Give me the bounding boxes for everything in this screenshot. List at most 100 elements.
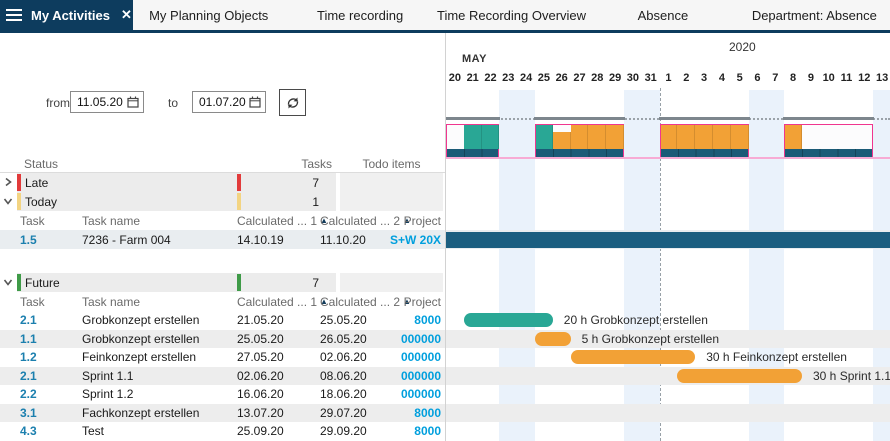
day-tick: 2 [677, 70, 695, 86]
task-row[interactable]: 1.57236 - Farm 00414.10.1911.10.20S+W 20… [0, 230, 445, 249]
chevron-down-icon[interactable] [3, 274, 13, 292]
day-tick: 11 [838, 70, 856, 86]
day-tick: 26 [553, 70, 571, 86]
utilization-bar [571, 125, 589, 149]
inactive-tabs: My Planning ObjectsTime recordingTime Re… [133, 0, 890, 30]
hamburger-menu-icon[interactable] [6, 9, 22, 21]
task-row[interactable]: 2.1Grobkonzept erstellen21.05.2025.05.20… [0, 311, 445, 330]
utilization-bar [536, 125, 553, 149]
group-row-today[interactable]: Today1 [0, 192, 445, 211]
task-number: 2.2 [20, 385, 37, 404]
refresh-icon [285, 95, 301, 111]
calculated-date-2: 25.05.20 [320, 311, 367, 330]
group-task-count: 1 [237, 192, 319, 211]
tab-absence[interactable]: Absence [587, 0, 738, 30]
gantt-row [446, 404, 890, 423]
task-number: 1.1 [20, 330, 37, 349]
tab-department-absence[interactable]: Department: Absence [739, 0, 890, 30]
calculated-date-2: 02.06.20 [320, 348, 367, 367]
active-tab-label: My Activities [31, 8, 110, 23]
task-row[interactable]: 2.1Sprint 1.102.06.2008.06.20000000 [0, 367, 445, 386]
histogram-group [446, 124, 499, 157]
from-date-input[interactable]: 11.05.20 [70, 91, 144, 113]
task-row[interactable]: 2.2Sprint 1.216.06.2018.06.20000000 [0, 385, 445, 404]
gantt-task-bar[interactable] [571, 350, 696, 364]
gantt-bar-label: 5 h Grobkonzept erstellen [582, 330, 719, 349]
from-label: from [46, 96, 70, 110]
calculated-date-2: 11.10.20 [320, 230, 366, 249]
group-label: Late [25, 173, 48, 192]
gantt-panel: 2020 MAY 2021222324252627282930311234567… [445, 33, 890, 441]
tab-my-planning-objects[interactable]: My Planning Objects [133, 0, 284, 30]
capacity-line-segment [534, 117, 625, 120]
calculated-1-col-header[interactable]: Calculated ... 1▲ [237, 292, 328, 311]
group-row-late[interactable]: Late7 [0, 173, 445, 192]
gantt-bar-full[interactable] [446, 232, 890, 248]
task-number: 2.1 [20, 311, 37, 330]
task-row[interactable]: 3.1Fachkonzept erstellen13.07.2029.07.20… [0, 404, 445, 423]
task-row[interactable]: 1.1Grobkonzept erstellen25.05.2026.05.20… [0, 330, 445, 349]
group-task-count: 7 [237, 273, 319, 292]
calculated-date-1: 25.09.20 [237, 422, 284, 441]
calculated-date-1: 16.06.20 [237, 385, 284, 404]
calculated-date-2: 26.05.20 [320, 330, 367, 349]
task-row[interactable]: 1.2Feinkonzept erstellen27.05.2002.06.20… [0, 348, 445, 367]
project-code: S+W 20X [380, 230, 441, 249]
project-code: 8000 [380, 404, 441, 423]
day-tick: 24 [517, 70, 535, 86]
gantt-task-bar[interactable] [535, 332, 571, 346]
chevron-down-icon[interactable] [3, 193, 13, 211]
to-date-input[interactable]: 01.07.20 [192, 91, 266, 113]
gantt-task-bar[interactable] [677, 369, 802, 383]
task-name: Test [82, 422, 104, 441]
task-number: 1.2 [20, 348, 37, 367]
baseline-strip [536, 149, 623, 157]
refresh-button[interactable] [279, 89, 306, 116]
capacity-limit-line [446, 157, 890, 159]
gantt-task-bar[interactable] [464, 313, 553, 327]
utilization-bar [677, 125, 695, 149]
group-row-future[interactable]: Future7 [0, 273, 445, 292]
gantt-year-label: 2020 [729, 40, 756, 54]
task-table-panel: from 11.05.20 to 01.07.20 StatusTasksTod… [0, 33, 445, 441]
calculated-date-2: 18.06.20 [320, 385, 367, 404]
day-tick: 22 [482, 70, 500, 86]
task-number: 4.3 [20, 422, 37, 441]
tab-bar: My Activities ✕ My Planning ObjectsTime … [0, 0, 890, 33]
task-col-header: Task [20, 292, 45, 311]
gantt-row [446, 422, 890, 441]
baseline-strip [661, 149, 748, 157]
task-name: Grobkonzept erstellen [82, 311, 199, 330]
tab-my-activities[interactable]: My Activities ✕ [0, 0, 133, 30]
task-name: Fachkonzept erstellen [82, 404, 199, 423]
calendar-icon[interactable] [249, 96, 261, 108]
chevron-right-icon[interactable] [3, 174, 13, 192]
task-number: 1.5 [20, 230, 37, 249]
task-column-headers: TaskTask nameCalculated ... 1▲Calculated… [0, 211, 445, 230]
status-color-bar [17, 174, 21, 191]
task-row[interactable]: 4.3Test25.09.2029.09.208000 [0, 422, 445, 441]
task-name-col-header: Task name [82, 211, 140, 230]
utilization-bar [731, 125, 749, 149]
task-number: 3.1 [20, 404, 37, 423]
day-tick: 13 [873, 70, 890, 86]
tab-time-recording[interactable]: Time recording [284, 0, 435, 30]
table-column-headers: StatusTasksTodo items [0, 155, 445, 173]
day-tick: 5 [731, 70, 749, 86]
calendar-icon[interactable] [127, 96, 139, 108]
close-tab-icon[interactable]: ✕ [121, 7, 132, 23]
calculated-1-col-header[interactable]: Calculated ... 1▲ [237, 211, 328, 230]
histogram-group [535, 124, 624, 157]
task-name-col-header: Task name [82, 292, 140, 311]
gantt-row: 30 h Sprint 1.1 [446, 367, 890, 386]
group-todo-cell [340, 192, 443, 211]
calculated-date-2: 29.09.20 [320, 422, 367, 441]
tab-time-recording-overview[interactable]: Time Recording Overview [436, 0, 587, 30]
task-name: Feinkonzept erstellen [82, 348, 196, 367]
day-tick: 25 [535, 70, 553, 86]
gantt-month-label: MAY [462, 53, 487, 65]
day-tick: 8 [784, 70, 802, 86]
group-todo-cell [340, 173, 443, 192]
calculated-date-2: 29.07.20 [320, 404, 367, 423]
gantt-bar-label: 30 h Feinkonzept erstellen [706, 348, 847, 367]
